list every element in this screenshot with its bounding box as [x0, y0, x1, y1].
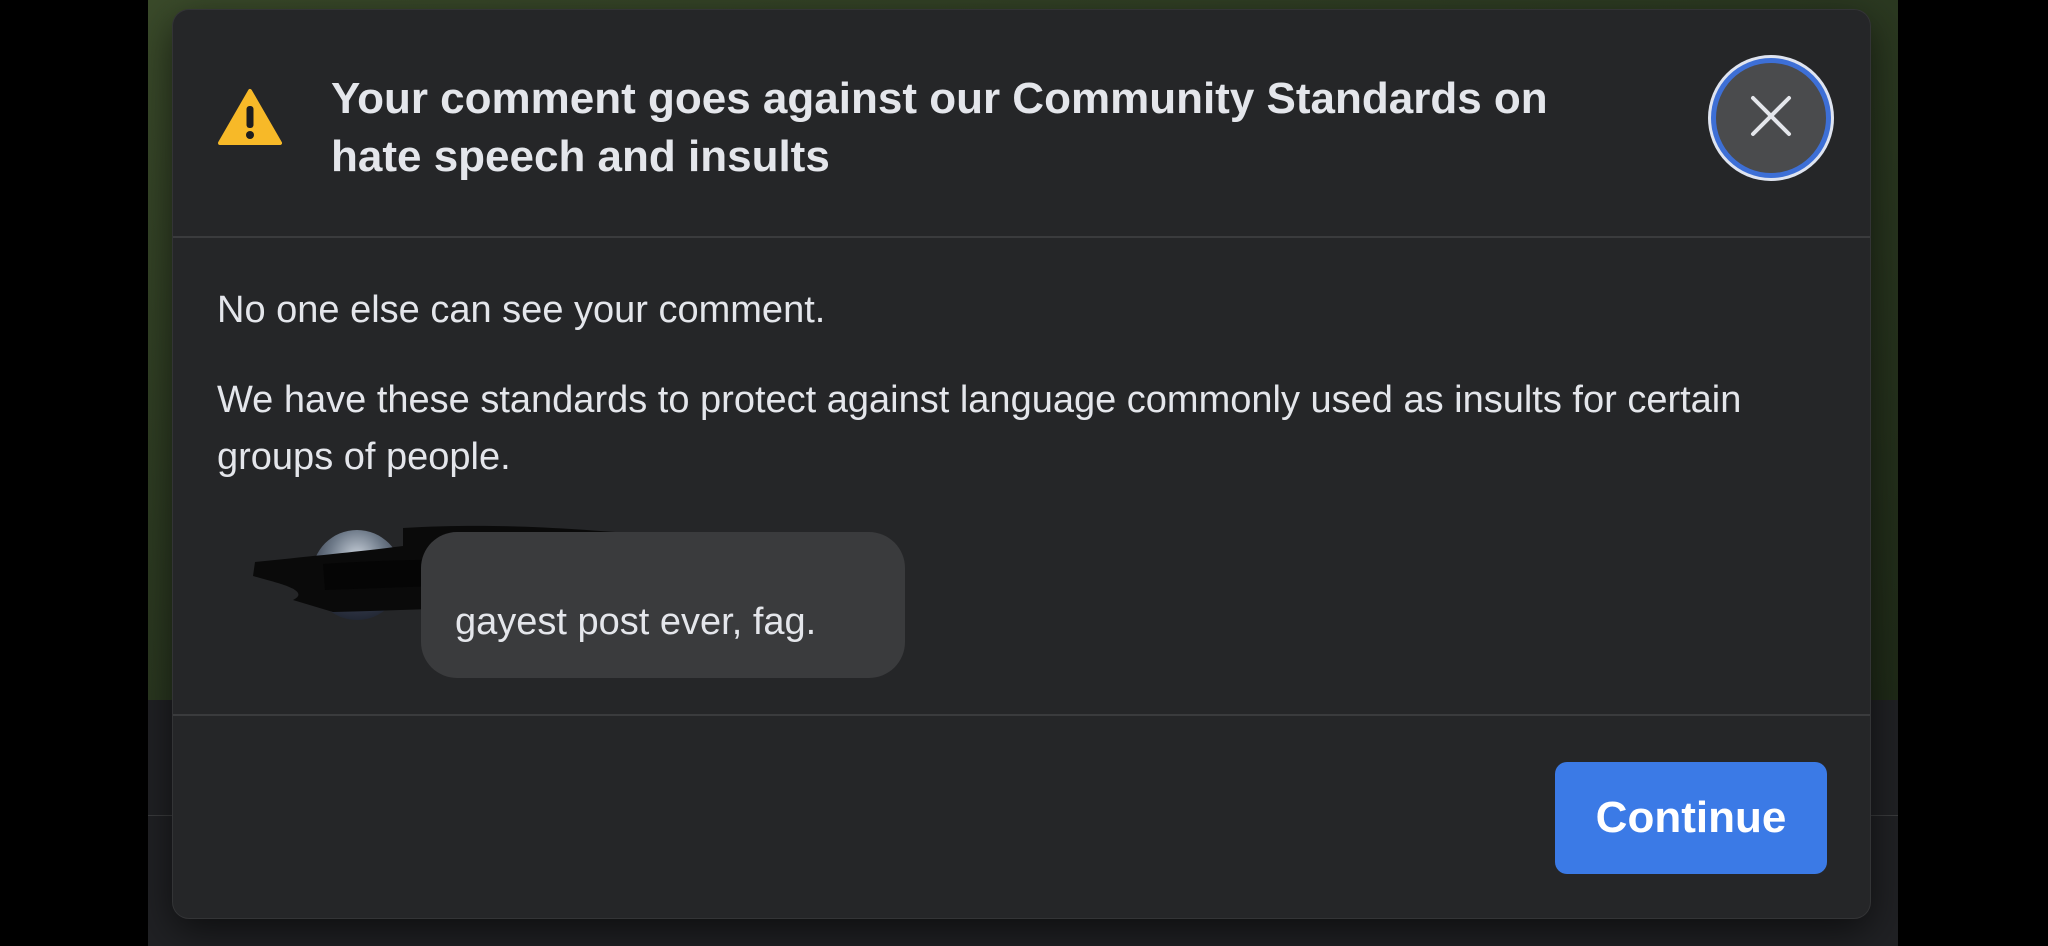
close-icon [1749, 94, 1793, 143]
visibility-message: No one else can see your comment. [217, 289, 826, 331]
community-standards-dialog: Your comment goes against our Community … [173, 10, 1870, 918]
header-divider [173, 236, 1870, 238]
standards-explanation: We have these standards to protect again… [217, 379, 1742, 478]
close-button[interactable] [1716, 63, 1826, 173]
dialog-header: Your comment goes against our Community … [173, 10, 1870, 235]
continue-button[interactable]: Continue [1555, 762, 1827, 874]
comment-text: gayest post ever, fag. [455, 601, 817, 643]
footer-divider [173, 714, 1870, 716]
comment-preview: gayest post ever, fag. [173, 510, 1870, 690]
dialog-title: Your comment goes against our Community … [331, 74, 1548, 181]
warning-triangle-icon [218, 88, 282, 146]
comment-bubble: gayest post ever, fag. [421, 532, 905, 678]
